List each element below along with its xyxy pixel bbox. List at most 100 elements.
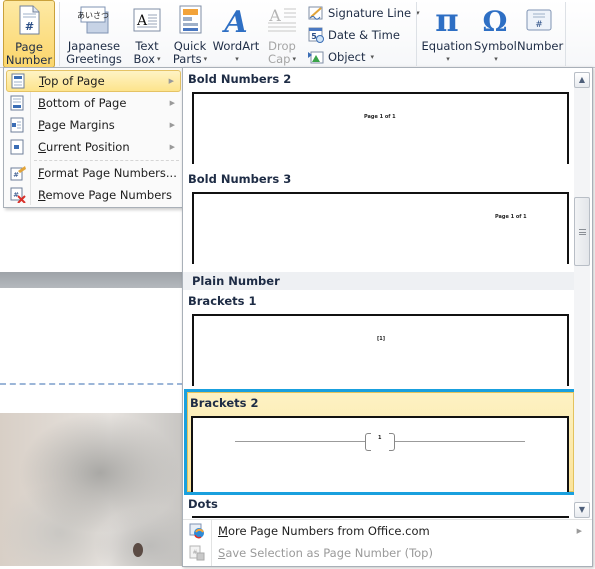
preview-page: [1] (192, 314, 569, 386)
scrollbar-thumb[interactable] (574, 197, 590, 266)
gallery-item-title: Brackets 1 (188, 294, 257, 308)
symbol-button[interactable]: Ω Symbol ▾ (474, 0, 517, 68)
top-of-page-icon (11, 73, 25, 89)
preview-page-number: Page 1 of 1 (364, 114, 396, 120)
chevron-down-icon: ▾ (292, 55, 296, 63)
gallery-item-bold-numbers-2[interactable]: Bold Numbers 2 Page 1 of 1 (185, 72, 575, 168)
menu-item-label: emove Page Numbers (45, 188, 173, 202)
chevron-down-icon: ▾ (156, 55, 161, 63)
object-label: Object (328, 50, 366, 64)
date-time-button[interactable]: 5 Date & Time (308, 25, 400, 45)
submenu-arrow-icon: ▶ (169, 143, 175, 151)
svg-text:#: # (13, 191, 19, 199)
japanese-greetings-label-2: Greetings (66, 52, 122, 66)
menu-item-save-selection[interactable]: # Save Selection as Page Number (Top) (183, 542, 592, 564)
quick-parts-label-2: Parts (172, 52, 202, 66)
svg-text:A: A (221, 5, 247, 35)
preview-rule-right (395, 441, 525, 442)
equation-button[interactable]: π Equation ▾ (421, 0, 473, 68)
svg-text:#: # (13, 171, 19, 179)
number-icon: # (523, 3, 555, 35)
ribbon-divider (565, 2, 566, 66)
gallery-category-header: Plain Number (183, 272, 575, 290)
wordart-icon: A (220, 3, 252, 40)
gallery-item-bold-numbers-3[interactable]: Bold Numbers 3 Page 1 of 1 (185, 172, 575, 268)
quick-parts-button[interactable]: Quick Parts ▾ (170, 0, 210, 68)
menu-item-label: ave Selection as Page Number (Top) (225, 546, 433, 560)
page-number-icon: # (13, 4, 45, 36)
submenu-arrow-icon: ▶ (576, 527, 582, 535)
wordart-label: WordArt (212, 39, 260, 53)
arrow-up-icon: ▲ (578, 75, 586, 84)
menu-item-page-margins[interactable]: Page Margins ▶ (6, 114, 181, 136)
wordart-button[interactable]: A WordArt ▾ (212, 0, 260, 68)
menu-item-label: ore Page Numbers from Office.com (227, 524, 430, 538)
access-key: M (218, 524, 228, 538)
gallery-item-brackets-2[interactable]: Brackets 2 1 (184, 389, 577, 495)
menu-item-format-page-numbers[interactable]: # Format Page Numbers... (6, 162, 181, 184)
grip-icon (579, 229, 586, 235)
gallery-item-dots[interactable]: Dots (185, 497, 575, 517)
scroll-down-button[interactable]: ▼ (574, 502, 590, 518)
drop-cap-icon: A (266, 3, 298, 35)
menu-item-current-position[interactable]: Current Position ▶ (6, 136, 181, 158)
access-key: B (38, 96, 46, 110)
svg-text:Ω: Ω (483, 5, 508, 35)
signature-line-button[interactable]: Signature Line ▾ (308, 3, 420, 23)
chevron-down-icon: ▾ (494, 55, 498, 63)
menu-item-bottom-of-page[interactable]: Bottom of Page ▶ (6, 92, 181, 114)
document-image-koala[interactable] (0, 413, 183, 566)
preview-page: Page 1 of 1 (192, 192, 569, 264)
text-box-label-2: Box (133, 52, 155, 66)
arrow-down-icon: ▼ (578, 505, 586, 514)
menu-item-remove-page-numbers[interactable]: # Remove Page Numbers (6, 184, 181, 206)
preview-page-number: [1] (377, 336, 386, 342)
signature-line-icon (308, 5, 324, 21)
quick-parts-icon (174, 3, 206, 35)
equation-label: Equation (421, 39, 473, 53)
submenu-arrow-icon: ▶ (169, 121, 175, 129)
gallery-item-brackets-1[interactable]: Brackets 1 [1] (185, 294, 575, 386)
japanese-greetings-button[interactable]: あいさつ JapaneseGreetings▾ (64, 0, 124, 76)
menu-item-label: ormat Page Numbers... (44, 166, 177, 180)
svg-text:π: π (435, 3, 458, 35)
number-label: Number (517, 39, 564, 53)
quick-parts-label-1: Quick (173, 39, 207, 53)
page-number-label-1: Page (15, 40, 43, 54)
chevron-down-icon: ▾ (446, 55, 450, 63)
ribbon-divider (59, 2, 60, 66)
drop-cap-label-1: Drop (268, 39, 296, 53)
chevron-down-icon: ▾ (203, 55, 208, 63)
gallery-scrollbar[interactable]: ▲ ▼ (574, 72, 590, 518)
number-button[interactable]: # Number (517, 0, 564, 68)
preview-page-number: Page 1 of 1 (495, 214, 527, 220)
page-break-band (0, 272, 183, 288)
gallery-item-title: Bold Numbers 3 (188, 172, 292, 186)
menu-item-top-of-page[interactable]: Top of Page ▶ (6, 70, 181, 92)
japanese-greetings-icon: あいさつ (77, 3, 110, 35)
pi-icon: π (431, 1, 463, 39)
submenu-arrow-icon: ▶ (168, 77, 174, 85)
chevron-down-icon: ▾ (235, 55, 239, 63)
ribbon-divider (416, 2, 417, 66)
preview-page-number: 1 (378, 435, 382, 441)
text-box-icon: A (131, 3, 163, 35)
svg-text:#: # (535, 20, 543, 30)
text-box-label-1: Text (135, 39, 159, 53)
svg-text:#: # (25, 20, 34, 33)
page-number-button[interactable]: # PageNumber▾ (3, 0, 55, 77)
drop-cap-button[interactable]: A Drop Cap ▾ (262, 0, 302, 68)
menu-item-label: age Margins (44, 118, 115, 132)
page-number-menu: Top of Page ▶ Bottom of Page ▶ Page Marg… (3, 67, 184, 208)
menu-item-label: ottom of Page (45, 96, 127, 110)
text-box-button[interactable]: A Text Box ▾ (128, 0, 166, 68)
menu-item-more-page-numbers[interactable]: More Page Numbers from Office.com ▶ (183, 520, 592, 542)
ribbon-insert-tab: # PageNumber▾ あいさつ JapaneseGreetings▾ A … (0, 0, 595, 77)
calendar-clock-icon: 5 (308, 27, 324, 43)
access-key: C (38, 140, 47, 154)
object-button[interactable]: Object ▾ (308, 47, 374, 67)
menu-item-label: urrent Position (46, 140, 130, 154)
gallery-item-title: Brackets 2 (190, 396, 259, 410)
scroll-up-button[interactable]: ▲ (574, 72, 590, 88)
top-of-page-gallery: Bold Numbers 2 Page 1 of 1 Bold Numbers … (182, 67, 593, 567)
